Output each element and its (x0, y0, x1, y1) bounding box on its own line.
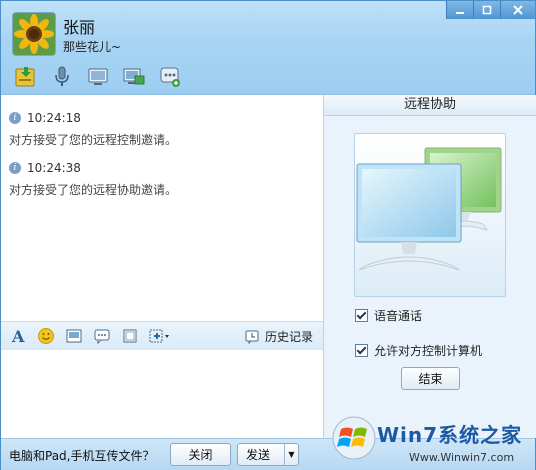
windows-logo-icon (332, 416, 376, 460)
window-controls (446, 1, 535, 21)
contact-name[interactable]: 张丽 (63, 14, 95, 38)
send-label[interactable]: 发送 (238, 446, 284, 463)
history-label: 历史记录 (264, 330, 313, 344)
send-button[interactable]: 发送 ▼ (237, 443, 299, 466)
svg-text:A: A (11, 327, 25, 345)
file-transfer-prompt[interactable]: 电脑和Pad,手机互传文件？ (9, 447, 154, 464)
minimize-icon (456, 12, 464, 14)
file-transfer-icon[interactable] (13, 65, 39, 89)
maximize-icon (482, 5, 492, 15)
voice-call-label: 语音通话 (374, 309, 423, 323)
video-call-icon[interactable] (85, 65, 111, 89)
watermark-url: Www.Winwin7.com (409, 451, 515, 464)
message-input[interactable] (1, 350, 323, 438)
allow-control-checkbox[interactable] (355, 344, 368, 357)
chat-bubble-icon[interactable] (91, 326, 113, 346)
info-icon: i (9, 112, 21, 124)
close-button[interactable]: 关闭 (170, 443, 231, 466)
screenshot-icon[interactable] (119, 326, 141, 346)
more-apps-icon[interactable] (157, 65, 183, 89)
chat-header: 张丽 那些花儿~ (1, 1, 535, 95)
message-text: 对方接受了您的远程控制邀请。 (9, 133, 178, 147)
remote-assist-panel: 远程协助 语音通话 允许对方控制计算机 结束 (323, 95, 536, 438)
remote-monitors-illustration (354, 133, 506, 297)
maximize-button[interactable] (473, 1, 500, 19)
close-window-button[interactable] (500, 1, 535, 19)
send-options-dropdown[interactable]: ▼ (284, 444, 298, 465)
message-time: 10:24:18 (27, 111, 81, 125)
watermark-title: Win7系统之家 (377, 423, 523, 447)
voice-call-icon[interactable] (49, 65, 75, 89)
font-icon[interactable]: A (7, 326, 29, 346)
voice-call-checkbox[interactable] (355, 309, 368, 322)
chat-window: 张丽 那些花儿~ i 10:24:18 对方接受了您的远程控制邀请。 i 10:… (0, 0, 536, 470)
allow-control-option[interactable]: 允许对方控制计算机 (355, 342, 482, 359)
image-icon[interactable] (63, 326, 85, 346)
contact-toolbar (13, 65, 183, 89)
voice-call-option[interactable]: 语音通话 (355, 307, 422, 324)
minimize-button[interactable] (446, 1, 473, 19)
message: i 10:24:38 对方接受了您的远程协助邀请。 (9, 161, 177, 198)
more-icon[interactable] (147, 326, 173, 346)
close-icon (513, 5, 523, 15)
message-text: 对方接受了您的远程协助邀请。 (9, 183, 178, 197)
history-button[interactable]: 历史记录 (245, 328, 313, 345)
contact-signature: 那些花儿~ (63, 40, 122, 54)
panel-title: 远程协助 (324, 95, 536, 116)
message-time: 10:24:38 (27, 161, 81, 175)
history-icon (245, 330, 259, 344)
allow-control-label: 允许对方控制计算机 (374, 344, 483, 358)
message-area: i 10:24:18 对方接受了您的远程控制邀请。 i 10:24:38 对方接… (1, 95, 323, 321)
message: i 10:24:18 对方接受了您的远程控制邀请。 (9, 111, 177, 148)
avatar[interactable] (12, 12, 56, 56)
emoji-icon[interactable] (35, 326, 57, 346)
watermark: Win7系统之家 Www.Winwin7.com (329, 413, 529, 467)
end-button[interactable]: 结束 (401, 367, 460, 390)
remote-desktop-icon[interactable] (121, 65, 147, 89)
input-toolbar: A 历史记录 (1, 321, 323, 351)
info-icon: i (9, 162, 21, 174)
